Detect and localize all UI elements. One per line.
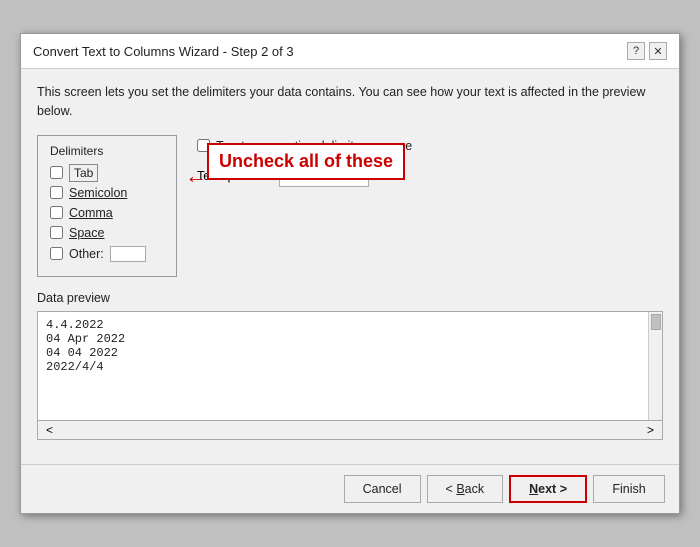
comma-label[interactable]: Comma	[69, 206, 113, 220]
preview-box[interactable]: 4.4.2022 04 Apr 2022 04 04 2022 2022/4/4	[37, 311, 663, 421]
preview-line-1: 4.4.2022	[46, 318, 638, 332]
space-checkbox[interactable]	[50, 226, 63, 239]
other-label[interactable]: Other:	[69, 247, 104, 261]
tab-checkbox[interactable]	[50, 166, 63, 179]
title-bar: Convert Text to Columns Wizard - Step 2 …	[21, 34, 679, 69]
next-label-n: N	[529, 482, 538, 496]
semicolon-label[interactable]: Semicolon	[69, 186, 127, 200]
dialog-content: This screen lets you set the delimiters …	[21, 69, 679, 464]
preview-wrapper: 4.4.2022 04 Apr 2022 04 04 2022 2022/4/4…	[37, 311, 663, 440]
back-label: B	[456, 482, 464, 496]
delimiters-label: Delimiters	[50, 144, 164, 158]
preview-line-3: 04 04 2022	[46, 346, 638, 360]
scroll-thumb	[651, 314, 661, 330]
space-label[interactable]: Space	[69, 226, 104, 240]
footer: Cancel < Back Next > Finish	[21, 464, 679, 513]
finish-button[interactable]: Finish	[593, 475, 665, 503]
annotation-box: Uncheck all of these	[207, 143, 405, 180]
dialog-title: Convert Text to Columns Wizard - Step 2 …	[33, 44, 294, 59]
comma-checkbox[interactable]	[50, 206, 63, 219]
main-area: ← Uncheck all of these Delimiters Tab	[37, 135, 663, 277]
delimiter-tab-row: Tab	[50, 166, 164, 180]
delimiter-other-row: Other:	[50, 246, 164, 262]
preview-scrollbar[interactable]	[648, 312, 662, 420]
cancel-button[interactable]: Cancel	[344, 475, 421, 503]
tab-box: Tab	[69, 164, 98, 182]
close-button[interactable]: ✕	[649, 42, 667, 60]
red-arrow-icon: ←	[185, 163, 207, 189]
tab-label[interactable]: Tab	[69, 166, 98, 180]
semicolon-checkbox[interactable]	[50, 186, 63, 199]
preview-inner: 4.4.2022 04 Apr 2022 04 04 2022 2022/4/4	[46, 318, 654, 374]
delimiter-comma-row: Comma	[50, 206, 164, 220]
data-preview-label: Data preview	[37, 291, 663, 305]
delimiter-space-row: Space	[50, 226, 164, 240]
preview-line-4: 2022/4/4	[46, 360, 638, 374]
preview-nav: < >	[37, 421, 663, 440]
data-preview-section: Data preview 4.4.2022 04 Apr 2022 04 04 …	[37, 291, 663, 440]
description-text: This screen lets you set the delimiters …	[37, 83, 663, 121]
preview-line-2: 04 Apr 2022	[46, 332, 638, 346]
next-button[interactable]: Next >	[509, 475, 587, 503]
preview-nav-right-icon[interactable]: >	[647, 423, 654, 437]
dialog: Convert Text to Columns Wizard - Step 2 …	[20, 33, 680, 514]
delimiter-semicolon-row: Semicolon	[50, 186, 164, 200]
other-text-input[interactable]	[110, 246, 146, 262]
title-bar-controls: ? ✕	[627, 42, 667, 60]
preview-nav-left-icon[interactable]: <	[46, 423, 53, 437]
help-button[interactable]: ?	[627, 42, 645, 60]
other-checkbox[interactable]	[50, 247, 63, 260]
delimiters-box: Delimiters Tab Semicolon Comma	[37, 135, 177, 277]
back-button[interactable]: < Back	[427, 475, 504, 503]
